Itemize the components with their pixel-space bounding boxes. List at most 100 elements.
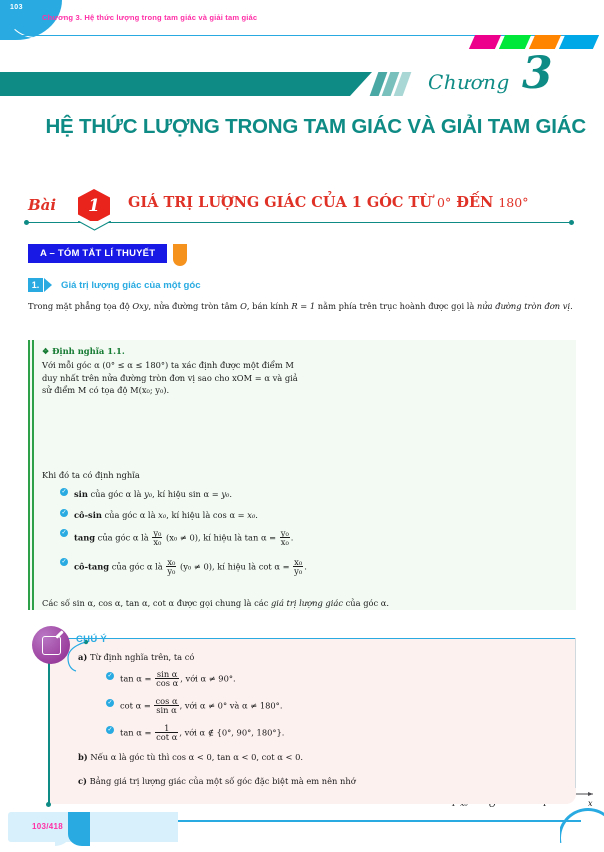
def-tail-a: Các số sin α, cos α, tan α, cot α được g… [42, 598, 271, 608]
deco-bar-cyan [558, 35, 600, 49]
lesson-title: GIÁ TRỊ LƯỢNG GIÁC CỦA 1 GÓC TỪ 0° ĐẾN 1… [128, 194, 582, 211]
definition-line-1: Với mỗi góc α (0° ≤ α ≤ 180°) ta xác địn… [42, 360, 294, 370]
deco-bar-magenta [468, 35, 502, 49]
deco-bar-green [498, 35, 532, 49]
check-icon: ✓ [60, 508, 68, 517]
chu-y-dot-bottom [45, 801, 51, 807]
diagram-label-x: x [588, 799, 593, 808]
check-icon: ✓ [106, 699, 114, 707]
chapter-word: Chương [428, 70, 510, 94]
def-item-0-b: , kí hiệu sin α = [152, 489, 222, 499]
chapter-band-stripes [369, 72, 412, 96]
diamond-icon: ❖ [42, 346, 50, 356]
list-item: ✓ cô-sin của góc α là x₀, kí hiệu là cos… [60, 508, 480, 521]
chu-y-label: CHÚ Ý [76, 634, 108, 645]
chu-y-item-b-text: Nếu α là góc tù thì cos α < 0, tan α < 0… [90, 752, 303, 762]
definition-title-text: Định nghĩa 1.1. [52, 346, 125, 356]
intro-t2: , nửa đường tròn tâm [148, 301, 241, 311]
footer-corner-arc [560, 808, 604, 852]
def-item-1-name: cô-sin [74, 509, 102, 520]
def-tail-b: của góc α. [342, 598, 390, 608]
header-decoration [468, 35, 600, 49]
fraction: x₀ y₀ [293, 558, 304, 576]
def-item-1-a: của góc α là [101, 509, 159, 520]
footer-page-label: 103/418 [32, 822, 64, 831]
deco-bar-orange [528, 35, 562, 49]
definition-body: Với mỗi góc α (0° ≤ α ≤ 180°) ta xác địn… [42, 359, 342, 397]
chu-y-item-a: a) Từ định nghĩa trên, ta có [78, 652, 194, 662]
def-item-2-c: . [290, 532, 294, 543]
chu-y-f2-den: cot α [156, 732, 178, 742]
definition-tail: Các số sin α, cos α, tan α, cot α được g… [42, 598, 562, 608]
list-item: ✓ tan α = sin α cos α, với α ≠ 90°. [106, 670, 506, 688]
intro-emph: nửa đường tròn đơn vị [477, 301, 571, 311]
chu-y-f0-cond: , với α ≠ 90°. [180, 673, 236, 684]
check-icon: ✓ [106, 726, 114, 734]
check-icon: ✓ [106, 672, 114, 680]
check-icon: ✓ [60, 558, 68, 566]
subsection-1-number: 1. [28, 278, 43, 292]
fraction: cos α sin α [154, 697, 179, 715]
chu-y-f1-lhs: cot α = [120, 700, 154, 711]
lesson-title-deg-start: 0° [437, 195, 452, 210]
chu-y-box: a) Từ định nghĩa trên, ta có ✓ tan α = s… [45, 635, 576, 807]
section-a-flag [173, 244, 187, 266]
section-a-box: A – TÓM TẮT LÍ THUYẾT [28, 244, 168, 263]
section-a-label: A – TÓM TẮT LÍ THUYẾT [40, 248, 156, 259]
chu-y-f2-lhs: tan α = [120, 727, 155, 738]
chu-y-top-rule [48, 638, 576, 640]
list-item: ✓ sin của góc α là y₀, kí hiệu sin α = y… [60, 488, 480, 500]
definition-bar-outer [28, 340, 30, 610]
chu-y-f0-lhs: tan α = [120, 673, 155, 684]
chapter-title: HỆ THỨC LƯỢNG TRONG TAM GIÁC VÀ GIẢI TAM… [45, 115, 586, 138]
running-chapter-title: Chương 3. Hệ thức lượng trong tam giác v… [42, 13, 258, 22]
intro-paragraph: Trong mặt phẳng tọa độ Oxy, nửa đường tr… [28, 300, 576, 312]
definition-bar-inner [32, 340, 34, 610]
def-item-3-name: cô-tang [74, 561, 110, 572]
chu-y-item-b-marker: b) [78, 752, 88, 762]
list-item: ✓ cô-tang của góc α là x₀ y₀ (y₀ ≠ 0), kí… [60, 558, 480, 576]
lesson-title-mid: ĐẾN [456, 194, 494, 211]
chu-y-f0-den: cos α [156, 678, 179, 688]
chu-y-formula-list: ✓ tan α = sin α cos α, với α ≠ 90°. ✓ cot… [106, 670, 506, 751]
intro-t4: nằm phía trên trục hoành được gọi là [315, 301, 477, 311]
chu-y-f2-cond: , với α ∉ {0°, 90°, 180°}. [179, 727, 285, 738]
footer-corner-decoration [560, 808, 604, 852]
list-item: ✓ cot α = cos α sin α, với α ≠ 0° và α ≠ … [106, 697, 506, 715]
definition-list: ✓ sin của góc α là y₀, kí hiệu sin α = y… [60, 488, 480, 585]
definition-title: ❖ Định nghĩa 1.1. [42, 346, 125, 356]
fraction: y₀ x₀ [152, 529, 163, 547]
def-item-2-cond: (x₀ ≠ 0), kí hiệu là tan α = [163, 532, 279, 543]
intro-t3: , bán kính [246, 301, 292, 311]
definition-line-2: duy nhất trên nửa đường tròn đơn vị sao … [42, 372, 298, 383]
chapter-band [0, 72, 372, 96]
intro-r: R = 1 [291, 301, 316, 311]
chu-y-f1-den: sin α [156, 705, 177, 715]
def-item-0-a: của góc α là [87, 489, 145, 499]
lesson-rule-notch [78, 221, 111, 231]
fraction: 1 cot α [155, 724, 179, 742]
chu-y-item-b: b) Nếu α là góc tù thì cos α < 0, tan α … [78, 752, 303, 762]
def-item-2-den2: x₀ [280, 537, 289, 547]
def-item-1-b: , kí hiệu là cos α = [166, 509, 248, 520]
lesson-number-badge: 1 [78, 189, 110, 223]
def-tail-emph: giá trị lượng giác [271, 598, 343, 608]
definition-box: ❖ Định nghĩa 1.1. Với mỗi góc α (0° ≤ α … [28, 340, 593, 809]
chu-y-item-c-marker: c) [78, 776, 87, 786]
fraction: x₀ y₀ [166, 558, 177, 576]
check-icon: ✓ [60, 488, 68, 496]
lesson-number: 1 [88, 196, 100, 216]
def-item-2-a: của góc α là [95, 532, 152, 543]
intro-o: O [240, 301, 247, 311]
check-icon: ✓ [60, 529, 68, 537]
lesson-title-main: GIÁ TRỊ LƯỢNG GIÁC CỦA 1 GÓC TỪ [128, 194, 432, 211]
lesson-word: Bài [28, 196, 57, 214]
chu-y-f1-cond: , với α ≠ 0° và α ≠ 180°. [179, 700, 283, 711]
definition-khi-do: Khi đó ta có định nghĩa [42, 470, 140, 480]
lesson-header: Bài 1 GIÁ TRỊ LƯỢNG GIÁC CỦA 1 GÓC TỪ 0°… [22, 189, 582, 231]
def-item-3-cond: (y₀ ≠ 0), kí hiệu là cot α = [177, 561, 293, 572]
def-item-2-den: x₀ [153, 537, 162, 547]
subsection-1-label: Giá trị lượng giác của một góc [61, 279, 201, 291]
def-item-2-name: tang [74, 532, 96, 543]
def-item-0-val: y₀ [144, 489, 153, 499]
